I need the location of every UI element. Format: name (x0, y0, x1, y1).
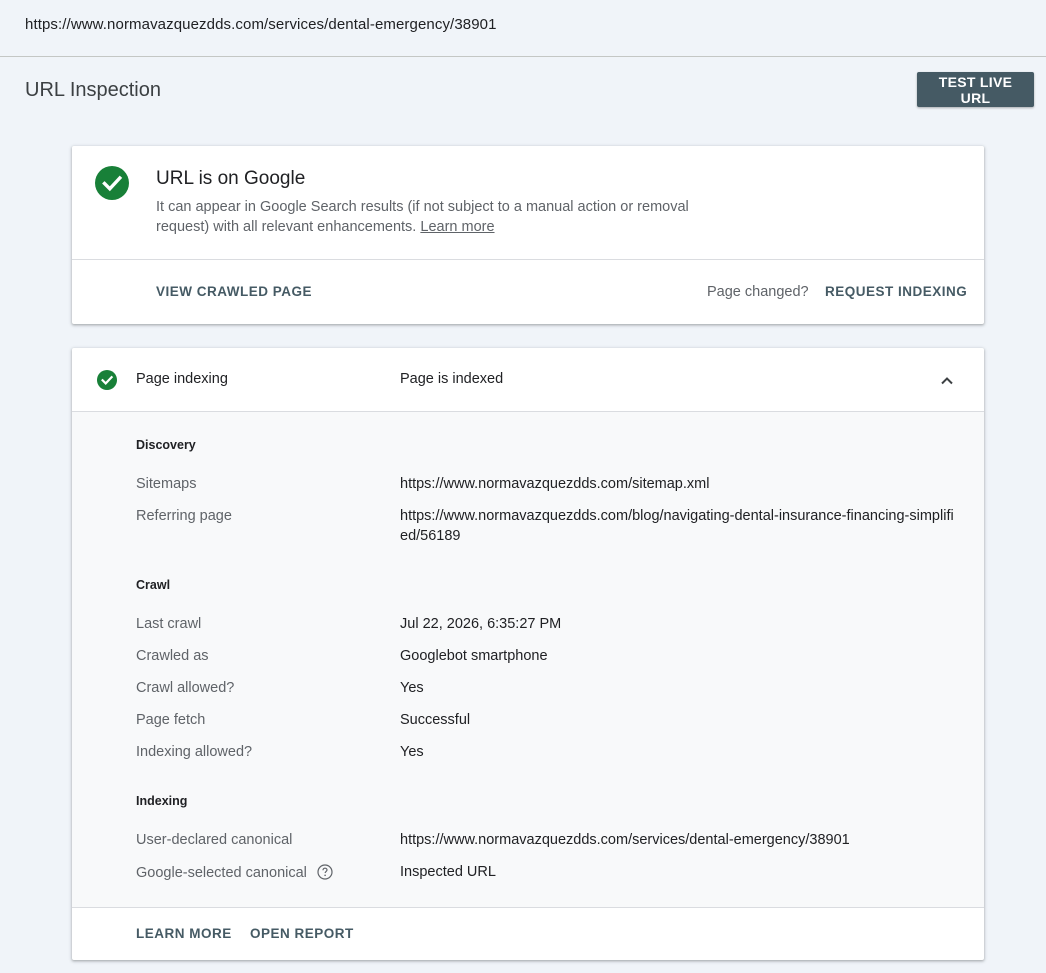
google-canonical-value: Inspected URL (400, 864, 496, 880)
page-indexing-status: Page is indexed (400, 371, 504, 387)
page-fetch-value: Successful (400, 712, 471, 728)
discovery-section-title: Discovery (136, 438, 196, 452)
card-divider (72, 259, 984, 260)
view-crawled-page-button[interactable]: VIEW CRAWLED PAGE (156, 284, 312, 299)
sitemaps-label: Sitemaps (136, 476, 197, 492)
url-status-card: URL is on Google It can appear in Google… (72, 146, 984, 324)
check-circle-icon (95, 166, 129, 200)
indexing-allowed-label: Indexing allowed? (136, 744, 253, 760)
crawled-as-label: Crawled as (136, 648, 209, 664)
chevron-up-icon[interactable] (938, 372, 956, 390)
indexing-allowed-value: Yes (400, 744, 424, 760)
referring-page-value: https://www.normavazquezdds.com/blog/nav… (400, 508, 954, 544)
sitemaps-value: https://www.normavazquezdds.com/sitemap.… (400, 476, 710, 492)
crawl-allowed-value: Yes (400, 680, 424, 696)
learn-more-button[interactable]: LEARN MORE (136, 926, 232, 941)
crawled-as-value: Googlebot smartphone (400, 648, 548, 664)
test-live-url-button[interactable]: TEST LIVE URL (917, 72, 1034, 107)
help-icon[interactable] (317, 864, 333, 880)
google-canonical-label: Google-selected canonical (136, 865, 307, 881)
last-crawl-value: Jul 22, 2026, 6:35:27 PM (400, 616, 562, 632)
check-circle-icon (97, 370, 117, 390)
url-status-title: URL is on Google (156, 168, 306, 189)
user-canonical-value: https://www.normavazquezdds.com/services… (400, 832, 850, 848)
page-fetch-label: Page fetch (136, 712, 206, 728)
user-canonical-label: User-declared canonical (136, 832, 293, 848)
inspected-url-bar: https://www.normavazquezdds.com/services… (0, 0, 1046, 57)
referring-page-label: Referring page (136, 508, 232, 524)
card-divider (72, 907, 984, 908)
page-indexing-header[interactable]: Page indexing Page is indexed (72, 348, 984, 412)
url-status-description: It can appear in Google Search results (… (156, 197, 736, 237)
learn-more-link[interactable]: Learn more (420, 219, 494, 235)
page-indexing-card: Page indexing Page is indexed Discovery … (72, 348, 984, 960)
page-title: URL Inspection (25, 79, 161, 101)
page-changed-label: Page changed? (707, 284, 809, 300)
crawl-section-title: Crawl (136, 578, 171, 592)
indexing-section-title: Indexing (136, 794, 188, 808)
page-indexing-label: Page indexing (136, 371, 228, 387)
page-indexing-details: Discovery Sitemaps https://www.normavazq… (72, 412, 984, 907)
open-report-button[interactable]: OPEN REPORT (250, 926, 354, 941)
google-canonical-row-label: Google-selected canonical (136, 864, 333, 881)
inspected-url: https://www.normavazquezdds.com/services… (25, 16, 497, 33)
request-indexing-button[interactable]: REQUEST INDEXING (825, 284, 967, 299)
last-crawl-label: Last crawl (136, 616, 202, 632)
crawl-allowed-label: Crawl allowed? (136, 680, 235, 696)
